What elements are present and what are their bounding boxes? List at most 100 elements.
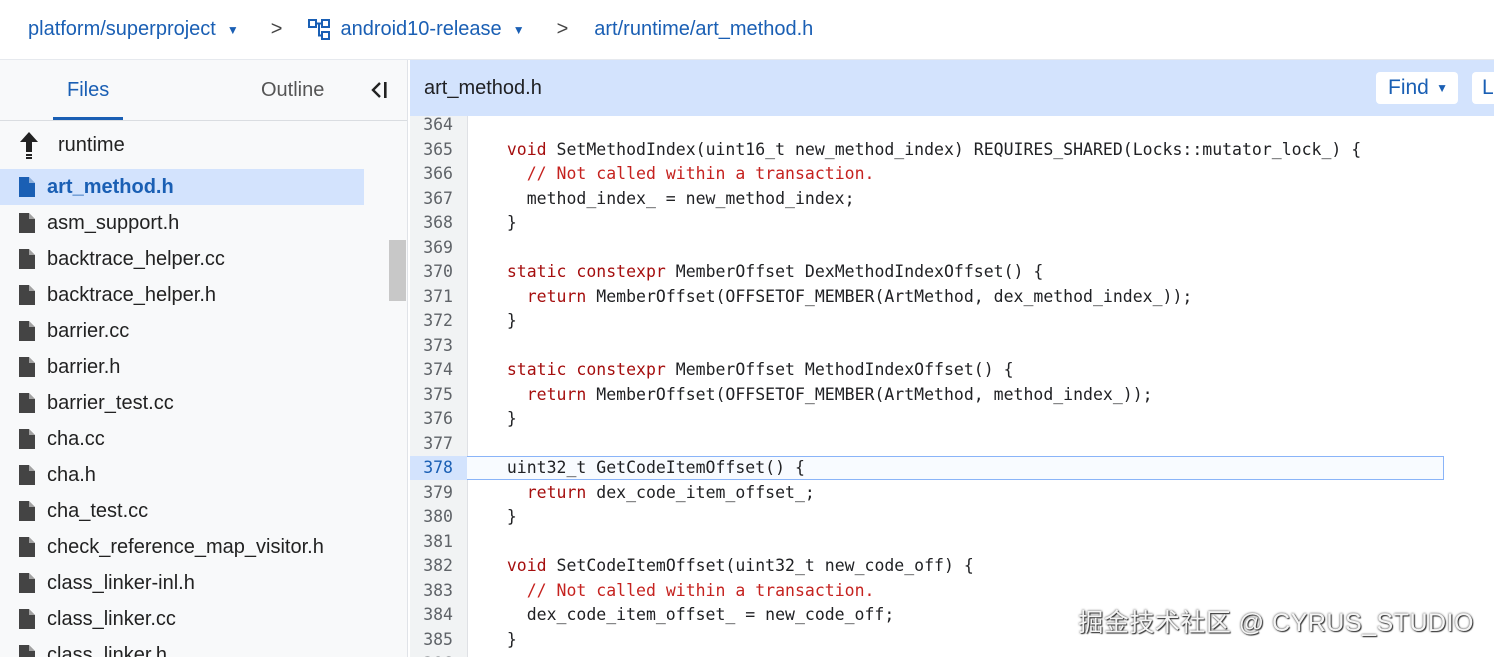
line-number[interactable]: 365 [410, 138, 453, 162]
code-text: return dex_code_item_offset_; [526, 482, 815, 502]
tab-outline[interactable]: Outline [261, 60, 324, 120]
code-line: 372 } [410, 309, 1494, 333]
find-label: Find [1388, 76, 1429, 99]
file-icon [18, 248, 36, 270]
line-number[interactable]: 369 [410, 236, 453, 260]
code-line: 386 [410, 652, 1494, 657]
branch-crumb[interactable]: android10-release ▼ [308, 18, 525, 41]
line-number[interactable]: 382 [410, 554, 453, 578]
line-number[interactable]: 368 [410, 211, 453, 235]
file-label: class_linker.h [47, 643, 168, 657]
code-text: } [487, 213, 517, 232]
file-item[interactable]: class_linker-inl.h [0, 565, 390, 601]
code-viewer: art_method.h Find ▼ L 364 365 void SetMet… [410, 60, 1494, 657]
chevron-down-icon[interactable]: ▼ [513, 23, 525, 37]
code-line: 375 return MemberOffset(OFFSETOF_MEMBER(… [410, 383, 1494, 407]
file-item[interactable]: barrier.cc [0, 313, 390, 349]
line-number[interactable]: 379 [410, 481, 453, 505]
code-line: 383 // Not called within a transaction. [410, 579, 1494, 603]
chevron-down-icon[interactable]: ▼ [227, 23, 239, 37]
file-item[interactable]: barrier.h [0, 349, 390, 385]
code-line: 377 [410, 432, 1494, 456]
chevron-right-icon: > [270, 18, 283, 40]
code-text: // Not called within a transaction. [526, 164, 875, 183]
line-number[interactable]: 386 [410, 652, 453, 657]
file-item[interactable]: art_method.h [0, 169, 364, 205]
line-number[interactable]: 374 [410, 358, 453, 382]
file-item[interactable]: backtrace_helper.h [0, 277, 390, 313]
arrow-up-icon [18, 130, 40, 160]
code-line: 376 } [410, 407, 1494, 431]
parent-folder-row[interactable]: runtime [0, 121, 390, 169]
line-number[interactable]: 367 [410, 187, 453, 211]
line-number[interactable]: 385 [410, 628, 453, 652]
line-number[interactable]: 378 [410, 456, 467, 480]
line-number[interactable]: 366 [410, 162, 453, 186]
file-item[interactable]: cha.h [0, 457, 390, 493]
file-item[interactable]: backtrace_helper.cc [0, 241, 390, 277]
code-line: 382 void SetCodeItemOffset(uint32_t new_… [410, 554, 1494, 578]
file-title: art_method.h [424, 77, 542, 99]
line-number[interactable]: 370 [410, 260, 453, 284]
file-icon [18, 464, 36, 486]
watermark: 掘金技术社区 @ CYRUS_STUDIO [1078, 609, 1474, 637]
code-text: method_index_ = new_method_index; [487, 188, 855, 208]
file-label: barrier.h [47, 355, 121, 378]
line-number[interactable]: 384 [410, 603, 453, 627]
parent-folder-label: runtime [58, 133, 125, 156]
sidebar-scrollbar[interactable] [389, 240, 406, 301]
file-label: backtrace_helper.h [47, 283, 217, 306]
line-number[interactable]: 371 [410, 285, 453, 309]
code-line: 378 uint32_t GetCodeItemOffset() { [410, 456, 1494, 480]
code-text: // Not called within a transaction. [526, 580, 875, 600]
project-crumb[interactable]: platform/superproject ▼ [28, 18, 239, 41]
line-number[interactable]: 383 [410, 579, 453, 603]
file-label: check_reference_map_visitor.h [47, 535, 324, 558]
collapse-panel-icon[interactable] [366, 78, 390, 102]
file-label: backtrace_helper.cc [47, 247, 225, 270]
path-crumb[interactable]: art/runtime/art_method.h [594, 18, 813, 41]
line-number[interactable]: 373 [410, 334, 453, 358]
file-item[interactable]: cha_test.cc [0, 493, 390, 529]
breadcrumb: platform/superproject ▼ > android10-rele… [0, 0, 1494, 60]
code-line: 367 method_index_ = new_method_index; [410, 187, 1494, 211]
file-label: class_linker-inl.h [47, 571, 195, 594]
code-line: 365 void SetMethodIndex(uint16_t new_met… [410, 138, 1494, 162]
line-number[interactable]: 372 [410, 309, 453, 333]
file-icon [18, 572, 36, 594]
file-item[interactable]: class_linker.cc [0, 601, 390, 637]
find-button[interactable]: Find ▼ [1376, 72, 1458, 104]
file-icon [18, 176, 36, 198]
line-number[interactable]: 375 [410, 383, 453, 407]
code-text: dex_code_item_offset_ = new_code_off; [487, 605, 895, 624]
file-item[interactable]: barrier_test.cc [0, 385, 390, 421]
file-item[interactable]: cha.cc [0, 421, 390, 457]
code-text: } [487, 311, 517, 330]
line-number[interactable]: 381 [410, 530, 453, 554]
code-text: static constexpr MemberOffset MethodInde… [506, 360, 1014, 379]
line-number[interactable]: 380 [410, 505, 453, 529]
tab-files[interactable]: Files [52, 60, 124, 120]
code-line: 369 [410, 236, 1494, 260]
file-icon [18, 356, 36, 378]
file-label: barrier.cc [47, 319, 130, 342]
file-item[interactable]: check_reference_map_visitor.h [0, 529, 390, 565]
line-number[interactable]: 376 [410, 407, 453, 431]
code-line: 373 [410, 334, 1494, 358]
file-item[interactable]: asm_support.h [0, 205, 390, 241]
file-icon [18, 536, 36, 558]
file-icon [18, 644, 36, 657]
file-item[interactable]: class_linker.h [0, 637, 390, 657]
line-number[interactable]: 364 [410, 113, 453, 137]
line-number[interactable]: 377 [410, 432, 453, 456]
file-label: class_linker.cc [47, 607, 176, 630]
code-text: static constexpr MemberOffset DexMethodI… [506, 262, 1044, 281]
code-text: return MemberOffset(OFFSETOF_MEMBER(ArtM… [526, 286, 1193, 306]
file-label: asm_support.h [47, 211, 180, 234]
branch-label: android10-release [340, 18, 502, 40]
file-label: art_method.h [47, 175, 174, 198]
file-icon [18, 320, 36, 342]
file-label: cha_test.cc [47, 499, 149, 522]
more-button[interactable]: L [1472, 72, 1494, 104]
chevron-down-icon: ▼ [1436, 81, 1448, 95]
